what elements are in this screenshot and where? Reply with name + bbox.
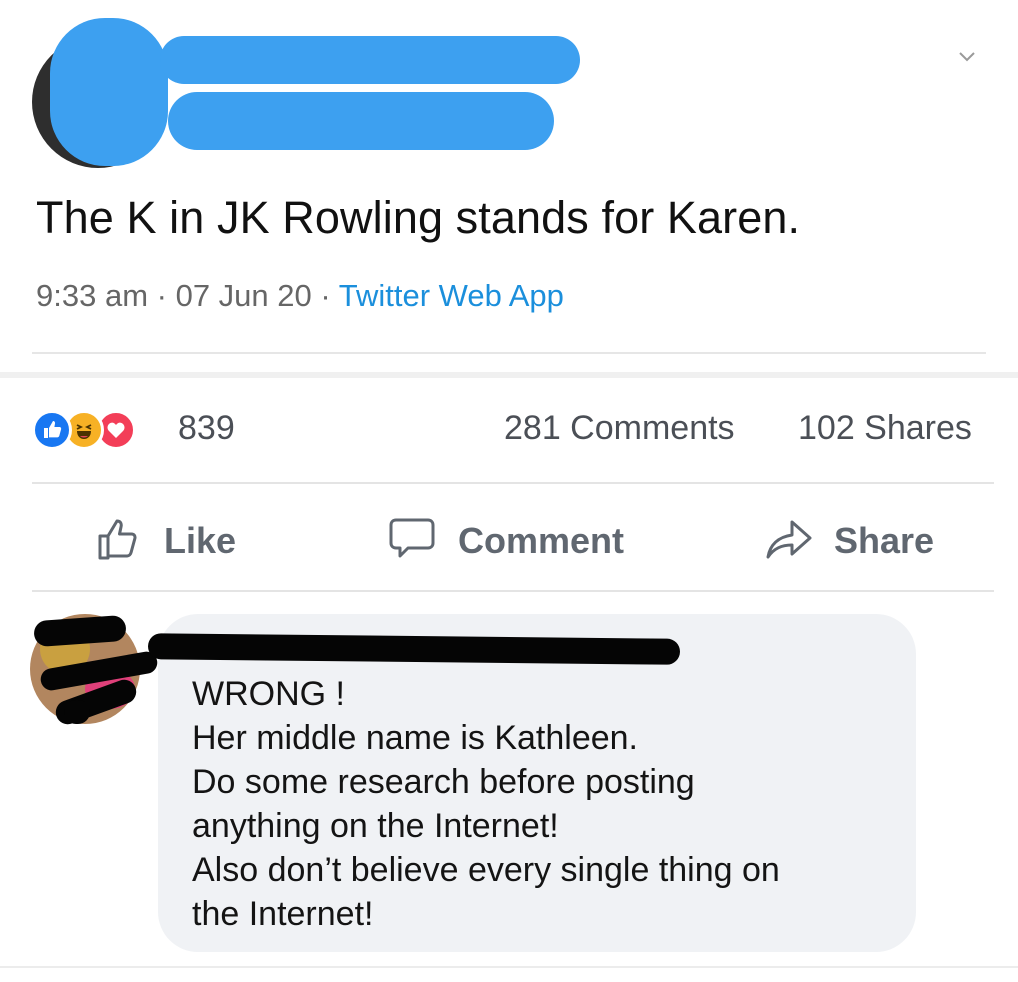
comment-line: anything on the Internet! [192,807,559,845]
thumbs-up-icon [98,519,137,560]
divider [32,352,986,354]
comment-line: Also don’t believe every single thing on [192,851,780,889]
reaction-count[interactable]: 839 [178,409,235,448]
embedded-tweet: The K in JK Rowling stands for Karen. 9:… [0,0,1018,372]
comment-line: WRONG ! [192,675,345,713]
comments-count[interactable]: 281 Comments [504,409,735,448]
redaction-mark [50,18,168,166]
comment-line: Do some research before posting [192,763,695,801]
divider [0,372,1018,378]
comment-text: WRONG ! Her middle name is Kathleen. Do … [192,672,902,936]
share-arrow-icon [766,520,812,559]
comment-button[interactable]: Comment [388,516,648,562]
comment-line: Her middle name is Kathleen. [192,719,639,757]
meta-separator: · [148,278,176,313]
post-stats: 839 281 Comments 102 Shares [0,392,1018,472]
divider [0,966,1018,968]
divider [32,590,994,592]
like-label: Like [164,520,237,561]
like-button[interactable]: Like [96,516,276,562]
divider [32,482,994,484]
speech-bubble-icon [389,518,435,558]
redaction-mark [168,92,554,150]
redaction-mark [64,700,90,724]
tweet-meta: 9:33 am · 07 Jun 20 · Twitter Web App [36,278,564,314]
shares-count[interactable]: 102 Shares [798,409,972,448]
tweet-time: 9:33 am [36,278,149,313]
redaction-mark [160,36,580,84]
redaction-mark [147,633,681,665]
tweet-text: The K in JK Rowling stands for Karen. [36,192,801,243]
comment-line: the Internet! [192,895,374,933]
share-label: Share [834,520,935,561]
tweet-date: 07 Jun 20 [175,278,312,313]
comment-label: Comment [458,520,625,561]
meta-separator: · [311,278,339,313]
tweet-source-link[interactable]: Twitter Web App [339,278,564,313]
post-action-bar: Like Comment Share [0,496,1018,582]
like-reaction-icon [32,410,72,450]
share-button[interactable]: Share [764,516,964,562]
chevron-down-icon[interactable] [958,48,976,66]
